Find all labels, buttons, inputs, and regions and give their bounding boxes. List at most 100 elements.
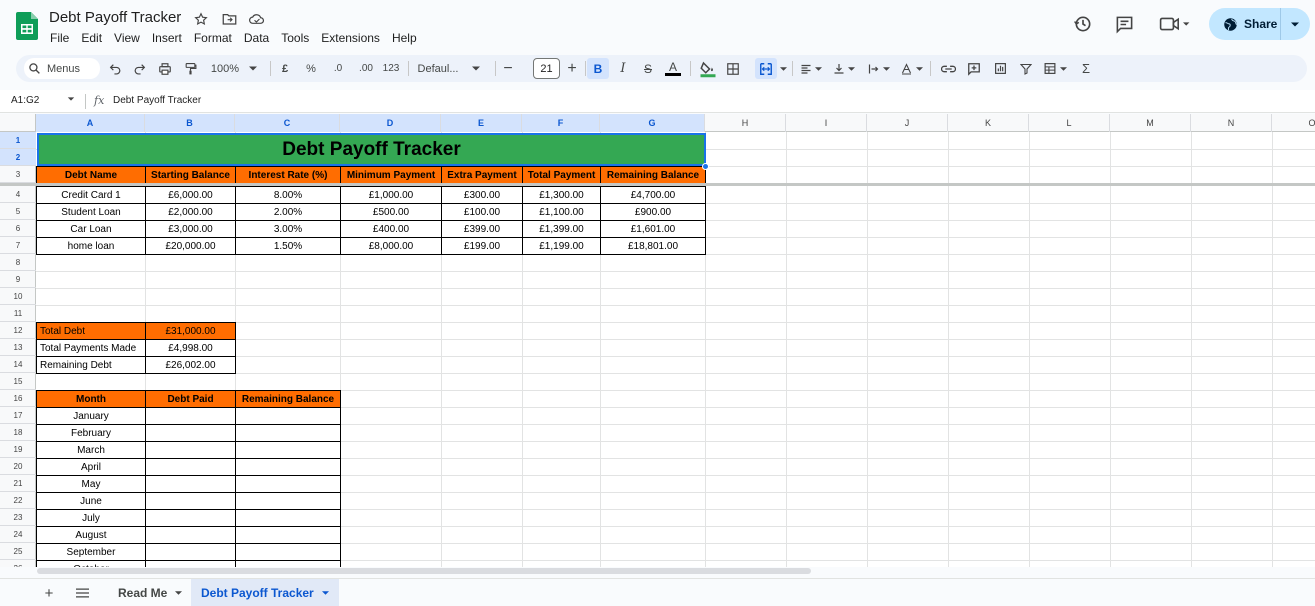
- summary-value[interactable]: £26,002.00: [145, 356, 236, 374]
- column-header-o[interactable]: O: [1272, 114, 1315, 132]
- print-icon[interactable]: [156, 58, 174, 79]
- monthly-table-header[interactable]: Debt Paid: [145, 390, 236, 408]
- fill-color-icon[interactable]: [697, 58, 719, 79]
- monthly-table-header[interactable]: Month: [36, 390, 146, 408]
- debt-paid-cell[interactable]: [145, 492, 236, 510]
- menu-insert[interactable]: Insert: [146, 29, 188, 47]
- summary-label[interactable]: Total Debt: [36, 322, 146, 340]
- version-history-icon[interactable]: [1073, 14, 1093, 34]
- merge-chevron-down-icon[interactable]: [778, 58, 788, 79]
- menu-tools[interactable]: Tools: [275, 29, 315, 47]
- debt-table-cell[interactable]: £100.00: [441, 203, 523, 221]
- monthly-table-header[interactable]: Remaining Balance: [235, 390, 341, 408]
- month-name[interactable]: March: [36, 441, 146, 459]
- number-format-button[interactable]: 123: [380, 58, 402, 79]
- undo-icon[interactable]: [106, 58, 124, 79]
- menu-format[interactable]: Format: [188, 29, 238, 47]
- month-name[interactable]: April: [36, 458, 146, 476]
- debt-paid-cell[interactable]: [145, 560, 236, 567]
- row-header-19[interactable]: 19: [0, 441, 36, 458]
- merge-cells-icon[interactable]: [755, 58, 777, 79]
- remaining-balance-cell[interactable]: [235, 424, 341, 442]
- column-header-c[interactable]: C: [235, 114, 340, 132]
- horizontal-align-icon[interactable]: [798, 58, 824, 79]
- row-header-22[interactable]: 22: [0, 492, 36, 509]
- move-folder-icon[interactable]: [220, 10, 238, 28]
- remaining-balance-cell[interactable]: [235, 475, 341, 493]
- currency-format-button[interactable]: £: [277, 58, 293, 79]
- summary-value[interactable]: £4,998.00: [145, 339, 236, 357]
- percent-format-button[interactable]: %: [302, 58, 320, 79]
- remaining-balance-cell[interactable]: [235, 458, 341, 476]
- debt-table-cell[interactable]: £1,100.00: [522, 203, 601, 221]
- row-header-8[interactable]: 8: [0, 254, 36, 271]
- font-select[interactable]: Defaul...: [415, 58, 483, 79]
- debt-table-header[interactable]: Minimum Payment: [340, 166, 442, 184]
- debt-table-cell[interactable]: £6,000.00: [145, 186, 236, 204]
- month-name[interactable]: July: [36, 509, 146, 527]
- meet-icon[interactable]: [1158, 14, 1192, 34]
- debt-table-header[interactable]: Interest Rate (%): [235, 166, 341, 184]
- month-name[interactable]: January: [36, 407, 146, 425]
- row-header-14[interactable]: 14: [0, 356, 36, 373]
- debt-table-cell[interactable]: £8,000.00: [340, 237, 442, 255]
- column-header-f[interactable]: F: [522, 114, 600, 132]
- row-header-20[interactable]: 20: [0, 458, 36, 475]
- text-color-button[interactable]: A: [663, 58, 683, 79]
- document-title[interactable]: Debt Payoff Tracker: [49, 9, 181, 26]
- column-header-m[interactable]: M: [1110, 114, 1191, 132]
- summary-label[interactable]: Remaining Debt: [36, 356, 146, 374]
- debt-table-header[interactable]: Starting Balance: [145, 166, 236, 184]
- row-header-18[interactable]: 18: [0, 424, 36, 441]
- debt-table-header[interactable]: Extra Payment: [441, 166, 523, 184]
- name-box-chevron-down-icon[interactable]: [67, 95, 75, 103]
- italic-button[interactable]: I: [613, 58, 633, 79]
- add-sheet-icon[interactable]: +: [40, 584, 58, 602]
- row-header-21[interactable]: 21: [0, 475, 36, 492]
- spreadsheet-grid[interactable]: ABCDEFGHIJKLMNO 1 2 3 4 5 6 7 8 9 10 11 12 13 14 15 16 1…: [0, 114, 1315, 567]
- debt-paid-cell[interactable]: [145, 526, 236, 544]
- debt-table-header[interactable]: Total Payment: [522, 166, 601, 184]
- debt-table-header[interactable]: Remaining Balance: [600, 166, 706, 184]
- summary-label[interactable]: Total Payments Made: [36, 339, 146, 357]
- formula-input[interactable]: Debt Payoff Tracker: [113, 95, 201, 106]
- debt-table-cell[interactable]: £1,300.00: [522, 186, 601, 204]
- row-header-13[interactable]: 13: [0, 339, 36, 356]
- menu-edit[interactable]: Edit: [75, 29, 108, 47]
- column-header-g[interactable]: G: [600, 114, 705, 132]
- debt-paid-cell[interactable]: [145, 543, 236, 561]
- insert-chart-icon[interactable]: [990, 58, 1010, 79]
- column-header-i[interactable]: I: [786, 114, 867, 132]
- debt-paid-cell[interactable]: [145, 441, 236, 459]
- text-wrapping-icon[interactable]: [865, 58, 891, 79]
- tracker-banner[interactable]: Debt Payoff Tracker: [37, 133, 706, 166]
- horizontal-scrollbar[interactable]: [37, 568, 811, 574]
- column-header-a[interactable]: A: [36, 114, 145, 132]
- sheet-tab-read-me[interactable]: Read Me: [108, 579, 192, 606]
- sheet-tab-debt-payoff-tracker[interactable]: Debt Payoff Tracker: [191, 579, 339, 606]
- debt-paid-cell[interactable]: [145, 407, 236, 425]
- column-header-l[interactable]: L: [1029, 114, 1110, 132]
- insert-comment-icon[interactable]: [964, 58, 984, 79]
- menu-view[interactable]: View: [108, 29, 146, 47]
- debt-table-cell[interactable]: £1,199.00: [522, 237, 601, 255]
- debt-table-cell[interactable]: Credit Card 1: [36, 186, 146, 204]
- row-header-4[interactable]: 4: [0, 186, 36, 203]
- debt-table-cell[interactable]: Car Loan: [36, 220, 146, 238]
- column-header-n[interactable]: N: [1191, 114, 1272, 132]
- sheet-tab-chevron-down-icon[interactable]: [175, 591, 183, 595]
- column-header-h[interactable]: H: [705, 114, 786, 132]
- debt-table-cell[interactable]: £18,801.00: [600, 237, 706, 255]
- table-view-icon[interactable]: [1040, 58, 1070, 79]
- row-header-3[interactable]: 3: [0, 166, 36, 183]
- debt-table-cell[interactable]: £1,399.00: [522, 220, 601, 238]
- debt-table-cell[interactable]: £1,000.00: [340, 186, 442, 204]
- increase-font-size-icon[interactable]: +: [564, 58, 580, 79]
- remaining-balance-cell[interactable]: [235, 509, 341, 527]
- remaining-balance-cell[interactable]: [235, 543, 341, 561]
- paint-format-icon[interactable]: [181, 58, 199, 79]
- row-header-11[interactable]: 11: [0, 305, 36, 322]
- month-name[interactable]: August: [36, 526, 146, 544]
- remaining-balance-cell[interactable]: [235, 560, 341, 567]
- debt-table-cell[interactable]: 8.00%: [235, 186, 341, 204]
